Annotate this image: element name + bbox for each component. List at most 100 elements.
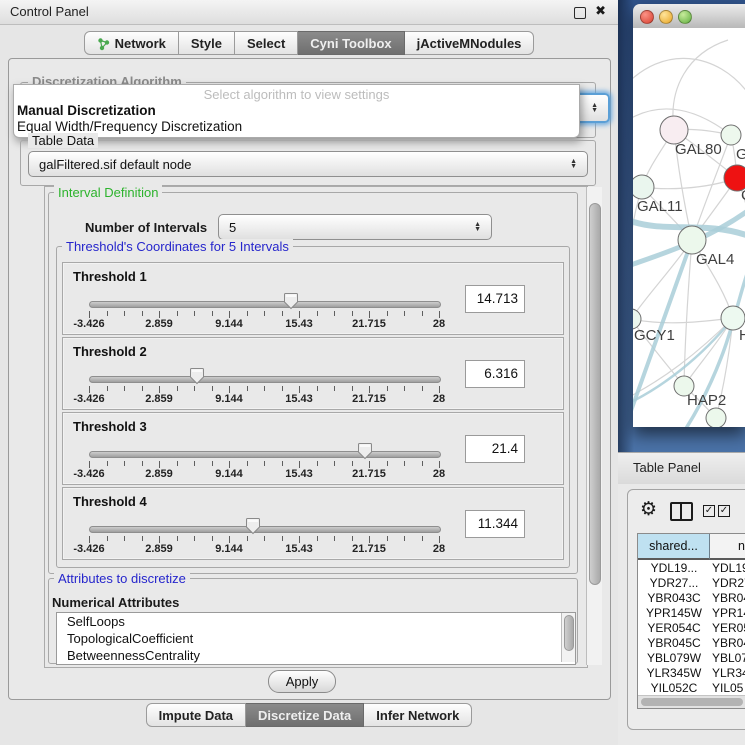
bottom-tab-bar: Impute Data Discretize Data Infer Network bbox=[0, 703, 618, 727]
table-cell-name[interactable]: YBL07 bbox=[710, 651, 745, 666]
network-node[interactable] bbox=[633, 309, 641, 329]
slider-track[interactable] bbox=[89, 526, 441, 533]
table-row[interactable]: YDR27...YDR27 bbox=[638, 576, 745, 591]
threshold-value-field[interactable]: 11.344 bbox=[465, 510, 525, 538]
network-window-titlebar[interactable] bbox=[633, 4, 745, 29]
table-data-combobox[interactable]: galFiltered.sif default node ▲▼ bbox=[28, 151, 588, 177]
network-edge[interactable] bbox=[633, 58, 745, 93]
numerical-attributes-list[interactable]: SelfLoopsTopologicalCoefficientBetweenne… bbox=[56, 612, 576, 665]
float-window-icon[interactable] bbox=[574, 7, 586, 19]
table-row[interactable]: YBR045CYBR04 bbox=[638, 636, 745, 651]
table-cell-shared-name[interactable]: YBR043C bbox=[638, 591, 710, 606]
slider-tick bbox=[282, 386, 283, 391]
algorithm-option-equal-width[interactable]: Equal Width/Frequency Discretization bbox=[17, 119, 242, 134]
table-header-name[interactable]: na bbox=[710, 534, 745, 560]
attributes-list-scrollbar[interactable] bbox=[561, 613, 575, 662]
attribute-list-item[interactable]: BetweennessCentrality bbox=[57, 647, 575, 664]
table-row[interactable]: YBL079WYBL07 bbox=[638, 651, 745, 666]
network-node[interactable] bbox=[721, 125, 741, 145]
slider-thumb[interactable] bbox=[283, 292, 299, 310]
table-cell-shared-name[interactable]: YBL079W bbox=[638, 651, 710, 666]
mac-close-button[interactable] bbox=[640, 10, 654, 24]
thresholds-group-title: Threshold's Coordinates for 5 Intervals bbox=[62, 239, 293, 254]
table-row[interactable]: YIL052CYIL05 bbox=[638, 681, 743, 696]
network-node[interactable] bbox=[706, 408, 726, 427]
tab-cyni-toolbox[interactable]: Cyni Toolbox bbox=[298, 31, 404, 55]
slider-thumb[interactable] bbox=[357, 442, 373, 460]
table-cell-name[interactable]: YDL19 bbox=[710, 561, 745, 576]
apply-button[interactable]: Apply bbox=[268, 670, 336, 693]
slider-thumb[interactable] bbox=[189, 367, 205, 385]
slider-tick bbox=[439, 311, 440, 318]
table-cell-name[interactable]: YLR34 bbox=[710, 666, 745, 681]
tab-impute-data[interactable]: Impute Data bbox=[146, 703, 246, 727]
tab-discretize-data[interactable]: Discretize Data bbox=[246, 703, 364, 727]
table-header-row: shared... na bbox=[638, 534, 745, 560]
slider-thumb[interactable] bbox=[245, 517, 261, 535]
table-cell-shared-name[interactable]: YDL19... bbox=[638, 561, 710, 576]
slider-tick bbox=[282, 536, 283, 541]
tab-label: Discretize Data bbox=[258, 708, 351, 723]
vertical-scrollbar-thumb[interactable] bbox=[589, 203, 601, 585]
attribute-list-item[interactable]: TopologicalCoefficient bbox=[57, 630, 575, 647]
threshold-value-field[interactable]: 14.713 bbox=[465, 285, 525, 313]
mac-minimize-button[interactable] bbox=[659, 10, 673, 24]
table-panel-titlebar[interactable]: Table Panel bbox=[618, 452, 745, 485]
table-cell-name[interactable]: YPR14 bbox=[710, 606, 745, 621]
attributes-list-scrollbar-thumb[interactable] bbox=[564, 615, 574, 651]
table-row[interactable]: YPR145WYPR14 bbox=[638, 606, 745, 621]
table-row[interactable]: YDL19...YDL19 bbox=[638, 561, 745, 576]
checkbox-icon[interactable]: ✓ bbox=[703, 505, 715, 517]
table-cell-shared-name[interactable]: YPR145W bbox=[638, 606, 710, 621]
table-cell-name[interactable]: YIL05 bbox=[710, 681, 743, 696]
table-header-shared-name[interactable]: shared... bbox=[638, 534, 710, 560]
network-node[interactable] bbox=[678, 226, 706, 254]
checkbox-icon[interactable]: ✓ bbox=[718, 505, 730, 517]
table-horizontal-scrollbar[interactable] bbox=[638, 695, 745, 708]
table-cell-shared-name[interactable]: YIL052C bbox=[638, 681, 710, 696]
number-of-intervals-combobox[interactable]: 5 ▲▼ bbox=[218, 214, 492, 240]
table-cell-shared-name[interactable]: YLR345W bbox=[638, 666, 710, 681]
slider-tick bbox=[89, 311, 90, 318]
table-row[interactable]: YER054CYER05 bbox=[638, 621, 745, 636]
slider-track[interactable] bbox=[89, 301, 441, 308]
attribute-list-item[interactable]: SelfLoops bbox=[57, 613, 575, 630]
network-node-label: GAL11 bbox=[637, 198, 683, 215]
table-cell-name[interactable]: YER05 bbox=[710, 621, 745, 636]
threshold-value-field[interactable]: 21.4 bbox=[465, 435, 525, 463]
table-horizontal-scrollbar-thumb[interactable] bbox=[641, 698, 743, 706]
tab-select[interactable]: Select bbox=[235, 31, 298, 55]
table-cell-shared-name[interactable]: YDR27... bbox=[638, 576, 710, 591]
tab-infer-network[interactable]: Infer Network bbox=[364, 703, 472, 727]
mac-zoom-button[interactable] bbox=[678, 10, 692, 24]
table-cell-shared-name[interactable]: YER054C bbox=[638, 621, 710, 636]
tab-style[interactable]: Style bbox=[179, 31, 235, 55]
table-cell-shared-name[interactable]: YBR045C bbox=[638, 636, 710, 651]
algorithm-option-manual[interactable]: Manual Discretization bbox=[17, 103, 156, 118]
vertical-scrollbar[interactable] bbox=[586, 187, 602, 665]
network-edge[interactable] bbox=[633, 318, 733, 323]
network-node[interactable] bbox=[633, 175, 654, 199]
table-cell-name[interactable]: YBR04 bbox=[710, 591, 745, 606]
table-cell-name[interactable]: YDR27 bbox=[710, 576, 745, 591]
close-icon[interactable]: ✖ bbox=[595, 3, 606, 19]
network-edge[interactable] bbox=[642, 178, 737, 189]
slider-tick bbox=[369, 311, 370, 318]
gear-icon[interactable]: ⚙ bbox=[640, 496, 657, 524]
tab-network[interactable]: Network bbox=[84, 31, 179, 55]
slider-scale-label: 21.715 bbox=[339, 393, 399, 405]
slider-scale-label: -3.426 bbox=[59, 393, 119, 405]
network-node[interactable] bbox=[660, 116, 688, 144]
split-columns-icon[interactable] bbox=[670, 502, 693, 521]
table-cell-name[interactable]: YBR04 bbox=[710, 636, 745, 651]
tab-label: Infer Network bbox=[376, 708, 459, 723]
network-canvas[interactable]: GAL80GACGAL11GAL4GCY1HHAP2 bbox=[633, 28, 745, 427]
tab-jactivemnodules[interactable]: jActiveMNodules bbox=[405, 31, 535, 55]
table-row[interactable]: YBR043CYBR04 bbox=[638, 591, 745, 606]
slider-scale-label: -3.426 bbox=[59, 543, 119, 555]
threshold-value-field[interactable]: 6.316 bbox=[465, 360, 525, 388]
table-row[interactable]: YLR345WYLR34 bbox=[638, 666, 745, 681]
network-node-label: GA bbox=[736, 146, 745, 163]
slider-track[interactable] bbox=[89, 376, 441, 383]
slider-track[interactable] bbox=[89, 451, 441, 458]
